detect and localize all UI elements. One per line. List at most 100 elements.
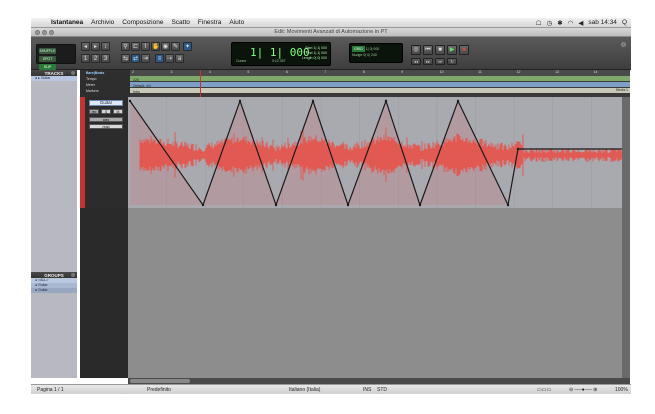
automation-breakpoint[interactable]	[238, 99, 242, 103]
zoom-preset-3-button[interactable]: 3	[101, 54, 110, 63]
marker-strofa[interactable]: Strofa 1	[613, 88, 628, 93]
length-value[interactable]: 0| 0| 000	[314, 56, 328, 60]
automation-breakpoint[interactable]	[418, 203, 422, 207]
main-counter[interactable]: 1| 1| 000 Cursor 0:12.397 Start 1| 1| 00…	[231, 42, 331, 66]
automation-breakpoint[interactable]	[346, 203, 350, 207]
automation-breakpoint[interactable]	[128, 99, 132, 103]
grid-nudge-display[interactable]: GRID 1| 0| 000 Nudge 0| 0| 240	[349, 43, 403, 63]
groups-panel-menu-icon[interactable]	[71, 273, 75, 277]
horizontal-scroll-thumb[interactable]	[130, 379, 190, 383]
automation-mode-selector[interactable]: read	[89, 124, 123, 129]
loop-icon[interactable]: ↻	[447, 58, 457, 65]
trim-tool-icon[interactable]: ⊏	[131, 42, 140, 51]
automation-breakpoint[interactable]	[456, 99, 460, 103]
menu-composizione[interactable]: Composizione	[118, 19, 167, 26]
tab-to-transient-icon[interactable]: ⇥	[141, 54, 150, 63]
record-icon[interactable]: ●	[459, 45, 469, 55]
bar-number: 9	[401, 70, 404, 74]
shuffle-mode-button[interactable]: SHUFFLE	[39, 48, 56, 54]
end-value[interactable]: 1| 1| 000	[314, 51, 328, 55]
marker-intro[interactable]: Intro	[130, 90, 140, 94]
tracks-panel-menu-icon[interactable]	[71, 71, 75, 75]
menu-istantanea[interactable]: Istantanea	[47, 19, 87, 26]
fast-forward-icon[interactable]: ▸▸	[423, 58, 433, 65]
track-name-field[interactable]: Guitar	[89, 100, 123, 106]
insertion-follows-icon[interactable]: ⇢	[165, 54, 174, 63]
menu-scatto[interactable]: Scatto	[167, 19, 193, 26]
spotlight-search-icon[interactable]: Q	[622, 19, 627, 26]
tracks-panel-header[interactable]: TRACKS	[31, 70, 77, 76]
zoom-preset-2-button[interactable]: 2	[91, 54, 100, 63]
menu-aiuto[interactable]: Aiuto	[225, 19, 248, 26]
markers-label[interactable]: Markers	[80, 88, 130, 94]
audio-region[interactable]	[128, 97, 630, 208]
automation-breakpoint[interactable]	[516, 147, 520, 151]
std-indicator[interactable]: STD	[377, 387, 387, 393]
grabber-tool-icon[interactable]: ✋	[151, 42, 160, 51]
ins-indicator[interactable]: INS	[363, 387, 371, 393]
wifi-icon[interactable]: ◠	[568, 19, 574, 27]
online-icon[interactable]: ◎	[411, 45, 421, 55]
view-mode-icon[interactable]: ▭▭▭	[537, 387, 551, 393]
tempo-ruler[interactable]: 120	[130, 76, 630, 82]
clock[interactable]: sab 14:34	[588, 19, 617, 26]
spot-mode-button[interactable]: SPOT	[39, 56, 56, 62]
record-enable-button[interactable]: rec	[89, 109, 99, 114]
meter-ruler[interactable]: Default: 4/4	[130, 82, 630, 88]
solo-button[interactable]: S	[101, 109, 111, 114]
vertical-zoom-icon[interactable]: ↕	[101, 42, 110, 51]
link-timeline-icon[interactable]: ⇆	[121, 54, 130, 63]
play-icon[interactable]: ▶	[447, 45, 457, 55]
toolbar-options-icon[interactable]: ≡	[620, 41, 627, 48]
selection-values: Start 1| 1| 000 End 1| 1| 000 Length 0| …	[302, 46, 327, 61]
bluetooth-icon[interactable]: ✱	[557, 19, 562, 27]
zoom-in-icon[interactable]: ▸	[91, 42, 100, 51]
pencil-tool-icon[interactable]: ✎	[171, 42, 180, 51]
cursor-label: Cursor	[236, 59, 247, 63]
zoom-preset-1-button[interactable]: 1	[81, 54, 90, 63]
automation-breakpoint[interactable]	[384, 99, 388, 103]
rewind-icon[interactable]: ◂◂	[411, 58, 421, 65]
playhead-marker[interactable]	[200, 70, 201, 97]
nudge-value[interactable]: 0| 0| 240	[363, 53, 377, 57]
smart-tool-icon[interactable]: ✦	[183, 42, 192, 51]
shield-icon[interactable]: ☖	[536, 19, 542, 27]
tracks-list-row[interactable]: ● ▸ Guitar	[31, 76, 77, 81]
automation-breakpoint[interactable]	[506, 203, 510, 207]
groups-panel-header[interactable]: GROUPS	[31, 272, 77, 278]
menu-finestra[interactable]: Finestra	[194, 19, 225, 26]
bar-number: 14	[593, 70, 598, 74]
stop-icon[interactable]: ■	[435, 45, 445, 55]
keyboard-focus-icon[interactable]: a	[175, 54, 184, 63]
link-track-icon[interactable]: ⇄	[131, 54, 140, 63]
automation-breakpoint[interactable]	[201, 203, 205, 207]
grid-value[interactable]: 1| 0| 000	[366, 47, 380, 51]
volume-icon[interactable]: ◀	[578, 19, 583, 27]
return-to-zero-icon[interactable]: ⏮	[423, 45, 433, 55]
vertical-scrollbar[interactable]	[622, 97, 630, 378]
zoomer-tool-icon[interactable]: ⚲	[121, 42, 130, 51]
bar-number: 5	[247, 70, 250, 74]
bar-number: 11	[478, 70, 482, 74]
scrubber-tool-icon[interactable]: ◉	[161, 42, 170, 51]
mute-button[interactable]: M	[113, 109, 123, 114]
ruler-labels: Bars|Beats Tempo Meter Markers	[80, 70, 130, 97]
time-machine-icon[interactable]: ◷	[547, 19, 553, 27]
track-view-selector[interactable]: wav	[89, 117, 123, 122]
empty-track-area[interactable]	[80, 208, 630, 378]
go-to-end-icon[interactable]: ⏭	[435, 58, 445, 65]
automation-breakpoint[interactable]	[311, 99, 315, 103]
language-indicator[interactable]: Italiano (Italia)	[289, 387, 320, 393]
mirror-midi-icon[interactable]: ≡	[155, 54, 164, 63]
edit-window-track-area[interactable]	[128, 97, 630, 208]
automation-breakpoint[interactable]	[274, 203, 278, 207]
group-row[interactable]: ● Guitar	[31, 288, 77, 293]
start-value[interactable]: 1| 1| 000	[314, 46, 328, 50]
nudge-label: Nudge	[352, 53, 363, 57]
zoom-slider[interactable]: ⊖ ──●── ⊕	[569, 387, 597, 393]
zoom-out-icon[interactable]: ◂	[81, 42, 90, 51]
selector-tool-icon[interactable]: I	[141, 42, 150, 51]
menu-archivio[interactable]: Archivio	[87, 19, 118, 26]
markers-ruler[interactable]: Intro Strofa 1	[130, 88, 630, 94]
preset-indicator[interactable]: Predefinito	[147, 387, 171, 393]
